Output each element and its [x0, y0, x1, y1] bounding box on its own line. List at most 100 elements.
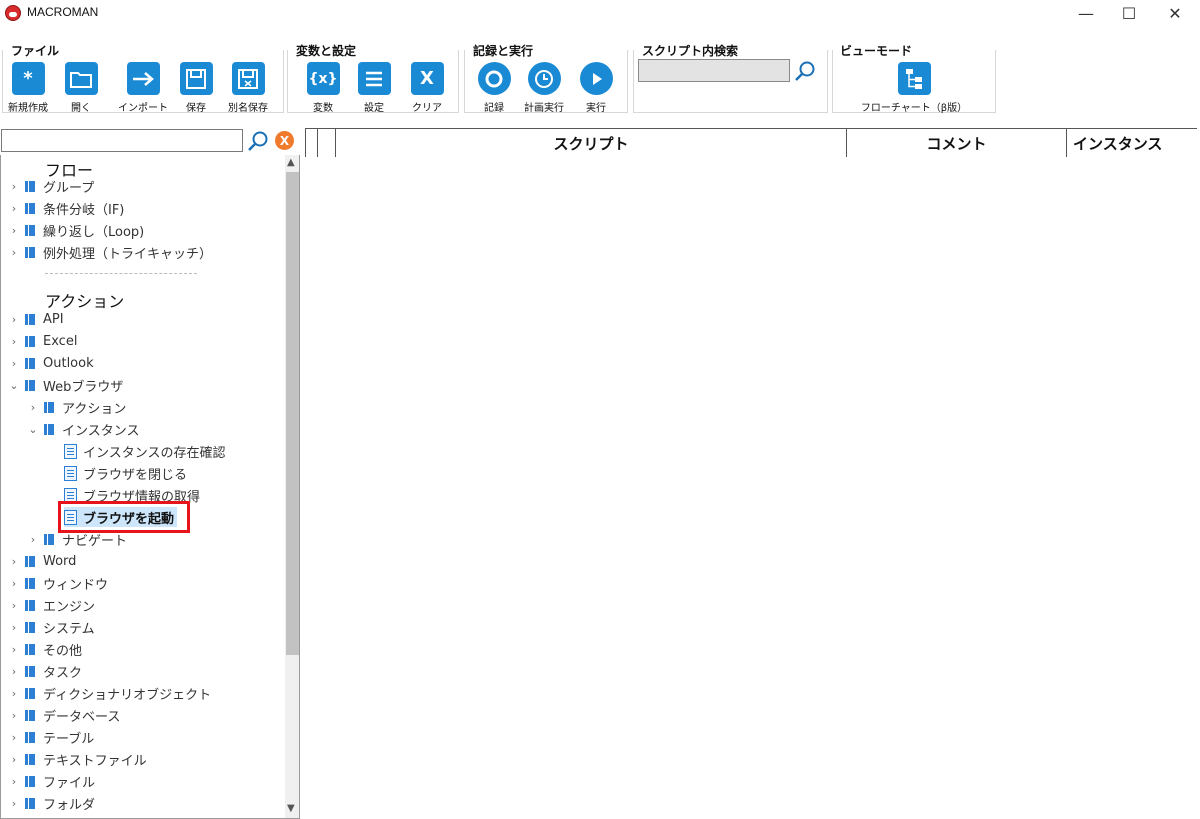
- chevron-down-icon[interactable]: ⌄: [7, 379, 21, 392]
- book-icon: [25, 202, 35, 214]
- tree-item[interactable]: › ディクショナリオブジェクト: [7, 683, 211, 703]
- maximize-button[interactable]: ☐: [1106, 0, 1152, 26]
- book-icon: [25, 180, 35, 192]
- book-icon: [25, 246, 35, 258]
- chevron-right-icon[interactable]: ›: [7, 313, 21, 326]
- tree-item[interactable]: › 例外処理（トライキャッチ）: [7, 242, 212, 262]
- script-grid-header: スクリプト コメント インスタンス: [305, 128, 1197, 157]
- action-search-input[interactable]: [1, 129, 243, 152]
- column-header-instance[interactable]: インスタンス: [1067, 129, 1197, 157]
- tree-item[interactable]: › 条件分岐（IF): [7, 198, 125, 218]
- chevron-right-icon[interactable]: ›: [26, 401, 40, 414]
- tree-item[interactable]: › API: [7, 309, 64, 329]
- chevron-right-icon[interactable]: ›: [7, 643, 21, 656]
- tree-item[interactable]: › Excel: [7, 331, 78, 351]
- action-tree: フロー › グループ › 条件分岐（IF) › 繰り返し（Loop) › 例外処理（トラ…: [1, 155, 285, 818]
- chevron-right-icon[interactable]: ›: [7, 224, 21, 237]
- book-icon: [25, 621, 35, 633]
- chevron-right-icon[interactable]: ›: [7, 621, 21, 634]
- save-icon: [179, 62, 213, 95]
- chevron-down-icon[interactable]: ⌄: [26, 423, 40, 436]
- tree-item[interactable]: › テーブル: [7, 727, 94, 747]
- book-icon: [44, 423, 54, 435]
- tree-item[interactable]: › タスク: [7, 661, 82, 681]
- tree-item[interactable]: › テキストファイル: [7, 749, 147, 769]
- tree-item[interactable]: › その他: [7, 639, 82, 659]
- scroll-thumb[interactable]: [286, 172, 299, 655]
- tree-item[interactable]: › フォルダ: [7, 793, 95, 813]
- book-icon: [25, 775, 35, 787]
- chevron-right-icon[interactable]: ›: [7, 775, 21, 788]
- schedule-button[interactable]: 計画実行: [514, 62, 574, 114]
- tree-item[interactable]: › ナビゲート: [26, 529, 127, 549]
- tree-leaf[interactable]: ブラウザを閉じる: [64, 463, 187, 483]
- tree-item[interactable]: › Word: [7, 551, 77, 571]
- tree-leaf[interactable]: インスタンスの存在確認: [64, 441, 225, 461]
- tree-item[interactable]: › Outlook: [7, 353, 94, 373]
- column-header-marker[interactable]: [305, 129, 318, 157]
- app-title: MACROMAN: [27, 5, 99, 19]
- tree-item[interactable]: › エンジン: [7, 595, 95, 615]
- play-icon: [579, 62, 613, 95]
- tree-item[interactable]: › アクション: [26, 397, 127, 417]
- tree-item[interactable]: ⌄ Webブラウザ: [7, 375, 123, 395]
- chevron-right-icon[interactable]: ›: [7, 665, 21, 678]
- document-icon: [64, 465, 77, 481]
- minimize-button[interactable]: —: [1063, 0, 1109, 26]
- chevron-right-icon[interactable]: ›: [7, 687, 21, 700]
- book-icon: [44, 533, 54, 545]
- book-icon: [25, 379, 35, 391]
- book-icon: [25, 555, 35, 567]
- save-as-button[interactable]: 別名保存: [218, 62, 278, 114]
- book-icon: [25, 709, 35, 721]
- chevron-right-icon[interactable]: ›: [7, 202, 21, 215]
- scroll-down-icon[interactable]: ▼: [287, 803, 295, 814]
- close-button[interactable]: ✕: [1152, 0, 1198, 26]
- arrow-right-icon: [126, 62, 160, 95]
- chevron-right-icon[interactable]: ›: [7, 753, 21, 766]
- chevron-right-icon[interactable]: ›: [7, 709, 21, 722]
- book-icon: [25, 224, 35, 236]
- chevron-right-icon[interactable]: ›: [7, 797, 21, 810]
- chevron-right-icon[interactable]: ›: [7, 335, 21, 348]
- chevron-right-icon[interactable]: ›: [7, 357, 21, 370]
- book-icon: [25, 357, 35, 369]
- divider: [45, 273, 197, 274]
- clear-button[interactable]: X クリア: [397, 62, 457, 114]
- search-icon[interactable]: [794, 60, 816, 82]
- flowchart-button[interactable]: フローチャート（β版）: [861, 62, 967, 114]
- tree-item[interactable]: › ファイル: [7, 771, 95, 791]
- tree-item[interactable]: › システム: [7, 617, 95, 637]
- settings-button[interactable]: 設定: [344, 62, 404, 114]
- column-header-index[interactable]: [318, 129, 336, 157]
- book-icon: [25, 731, 35, 743]
- save-as-icon: [231, 62, 265, 95]
- chevron-right-icon[interactable]: ›: [26, 533, 40, 546]
- import-button[interactable]: インポート: [113, 62, 173, 114]
- tree-item[interactable]: › データベース: [7, 705, 121, 725]
- book-icon: [25, 313, 35, 325]
- chevron-right-icon[interactable]: ›: [7, 599, 21, 612]
- chevron-right-icon[interactable]: ›: [7, 555, 21, 568]
- open-button[interactable]: 開く: [51, 62, 111, 114]
- tree-item[interactable]: › 繰り返し（Loop): [7, 220, 144, 240]
- run-button[interactable]: 実行: [566, 62, 626, 114]
- column-header-comment[interactable]: コメント: [847, 129, 1067, 157]
- chevron-right-icon[interactable]: ›: [7, 731, 21, 744]
- search-icon[interactable]: [247, 130, 269, 152]
- book-icon: [25, 599, 35, 611]
- save-button[interactable]: 保存: [166, 62, 226, 114]
- tree-item[interactable]: › グループ: [7, 176, 94, 196]
- book-icon: [25, 753, 35, 765]
- script-search-input[interactable]: [638, 59, 790, 82]
- chevron-right-icon[interactable]: ›: [7, 577, 21, 590]
- chevron-right-icon[interactable]: ›: [7, 180, 21, 193]
- scroll-up-icon[interactable]: ▲: [287, 157, 295, 168]
- column-header-script[interactable]: スクリプト: [336, 129, 847, 157]
- clear-search-icon[interactable]: X: [275, 131, 294, 150]
- flowchart-icon: [897, 62, 931, 95]
- tree-item[interactable]: ⌄ インスタンス: [26, 419, 139, 439]
- chevron-right-icon[interactable]: ›: [7, 246, 21, 259]
- tree-item[interactable]: › ウィンドウ: [7, 573, 108, 593]
- new-button[interactable]: * 新規作成: [0, 62, 58, 114]
